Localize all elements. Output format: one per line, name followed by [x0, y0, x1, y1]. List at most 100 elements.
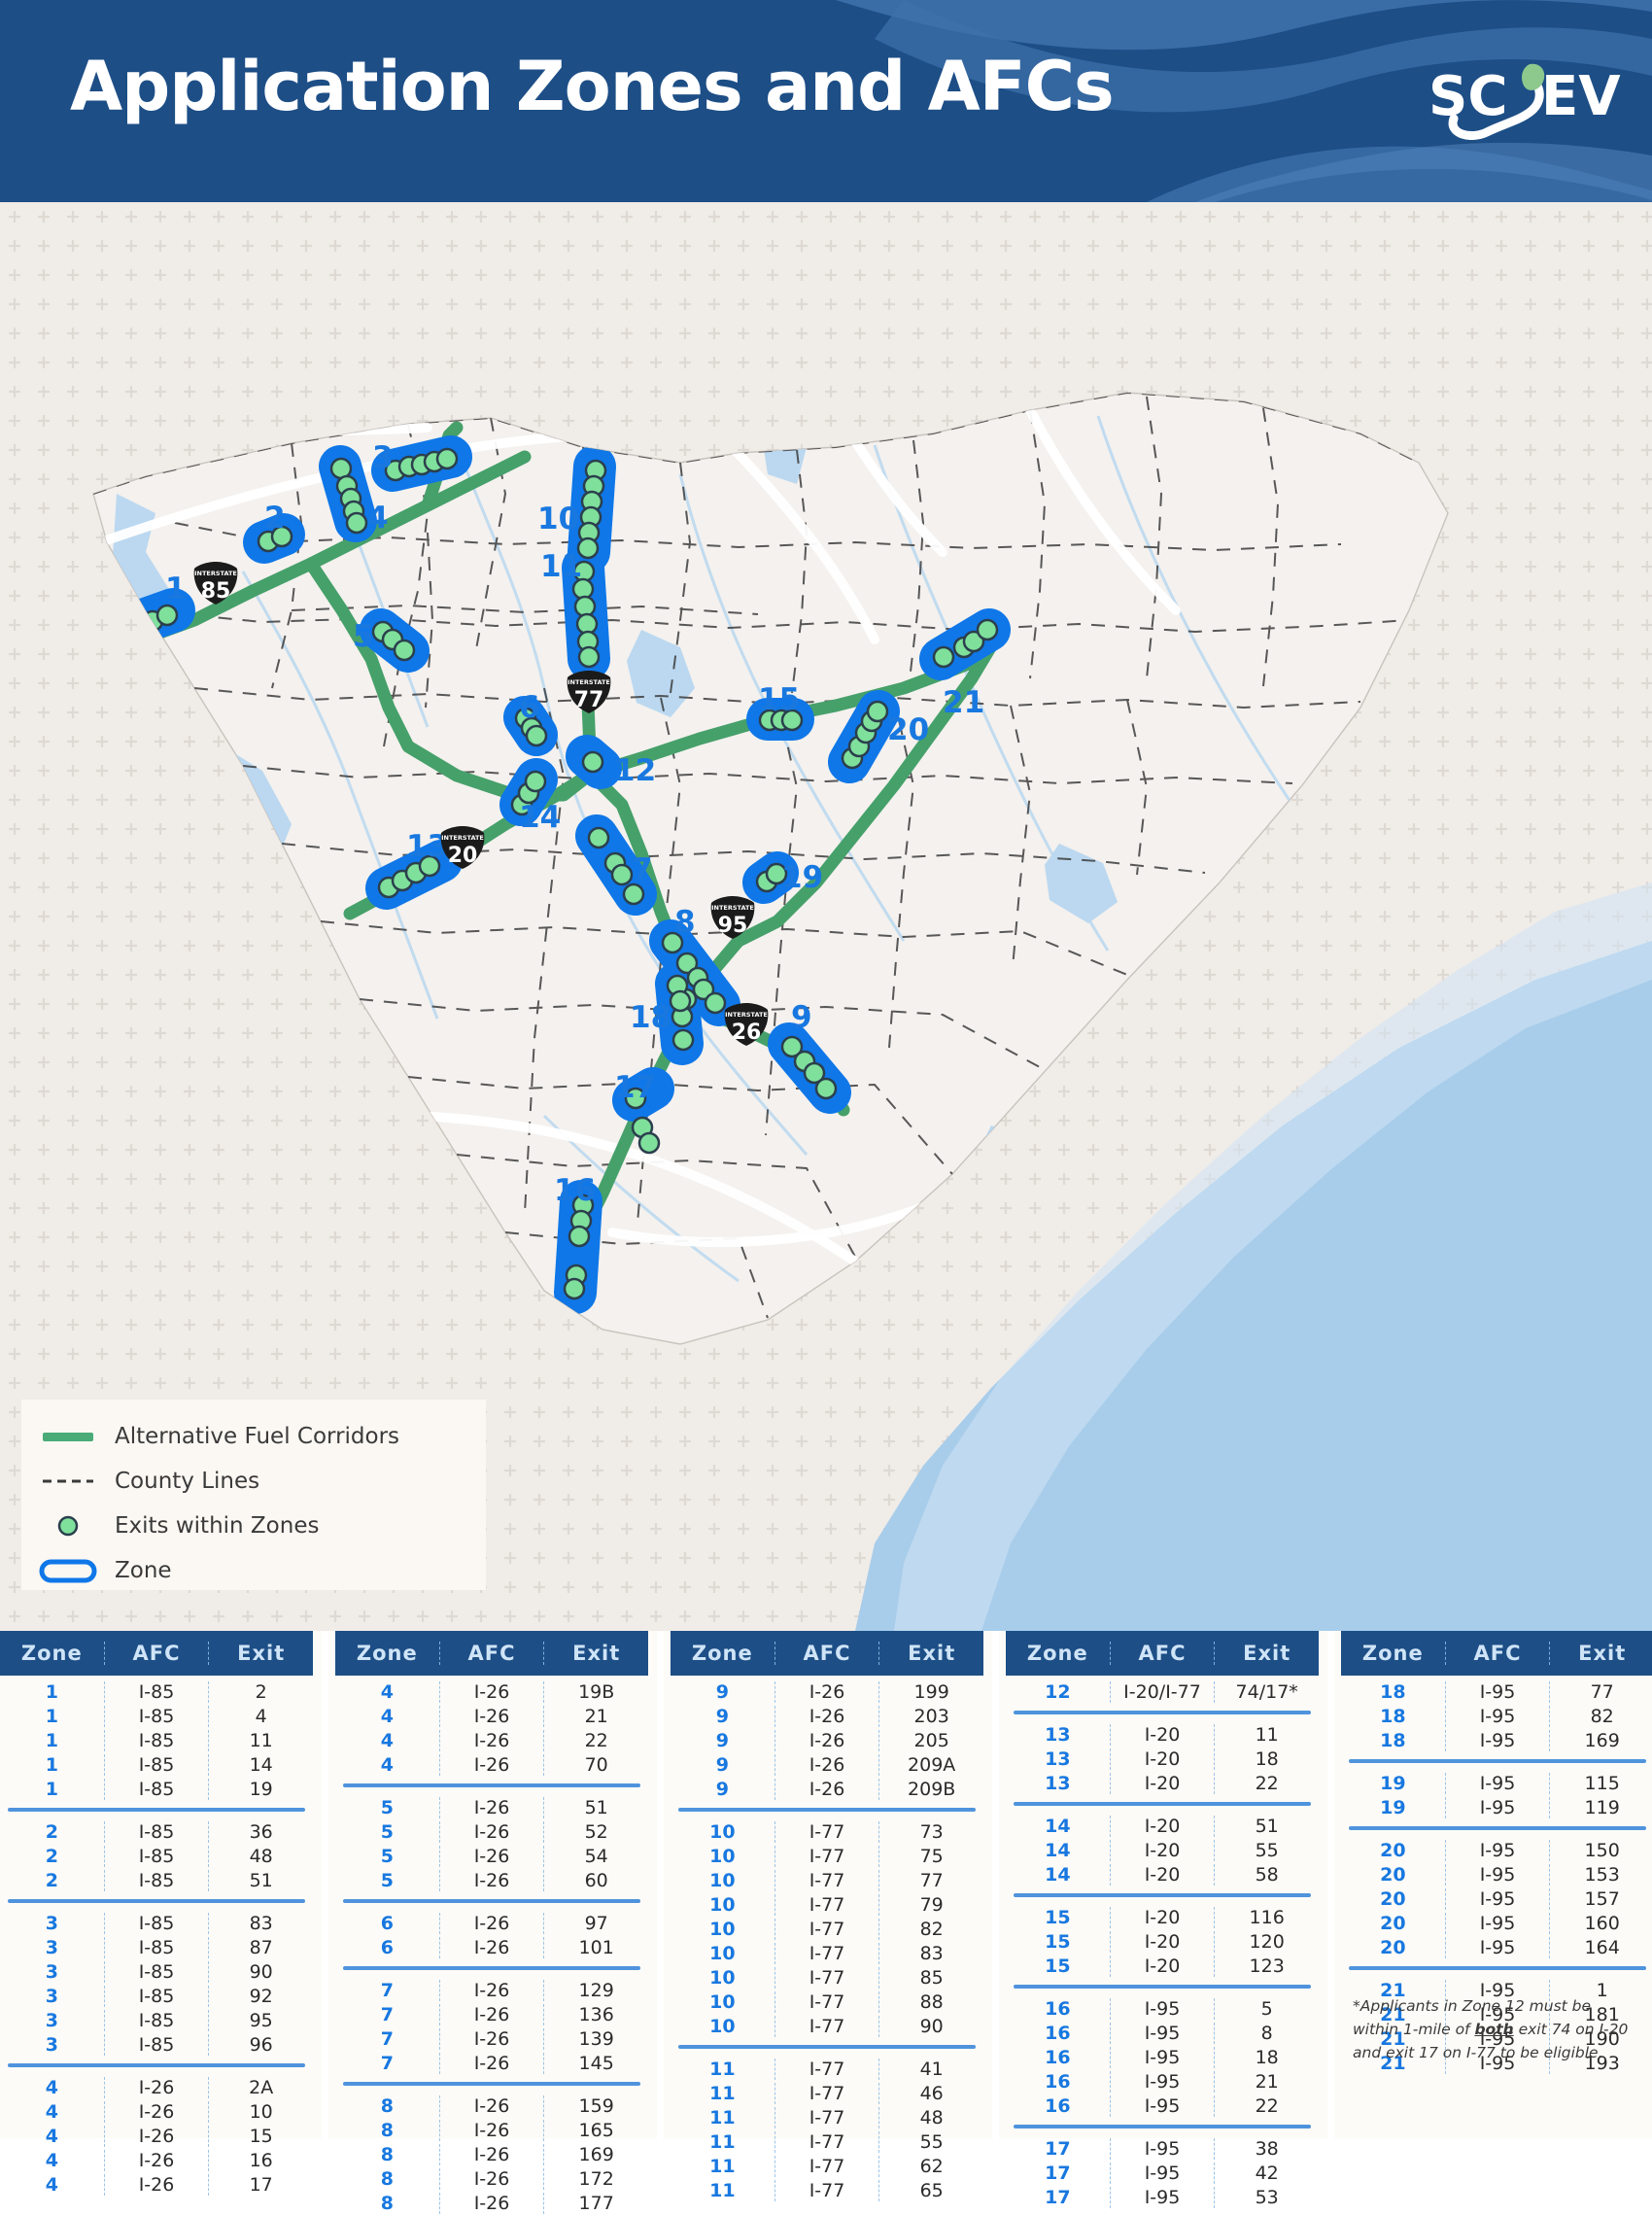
cell-exit: 21: [1255, 2070, 1279, 2093]
table-header-zone: Zone: [356, 1642, 418, 1665]
svg-text:85: 85: [201, 579, 231, 604]
zone-group-separator: [1014, 1802, 1311, 1806]
cell-afc: I-85: [103, 1753, 210, 1776]
legend-label-exits: Exits within Zones: [115, 1513, 320, 1539]
cell-afc: I-77: [774, 1918, 880, 1940]
cell-exit: 19B: [578, 1680, 615, 1703]
cell-zone: 19: [1380, 1772, 1406, 1794]
cell-zone: 16: [1045, 2070, 1071, 2093]
cell-afc: I-85: [103, 1960, 210, 1983]
table-header-afc: AFC: [774, 1642, 879, 1665]
table-row: 20 I-95 164: [1341, 1935, 1652, 1959]
cell-exit: 95: [249, 2009, 273, 2031]
cell-afc: I-85: [103, 1869, 210, 1891]
cell-zone: 5: [380, 1845, 394, 1867]
cell-exit: 18: [1255, 1748, 1279, 1770]
zone-label-12: 12: [614, 753, 657, 788]
cell-afc: I-26: [103, 2125, 210, 2147]
table-header-row: Zone AFC Exit: [1341, 1631, 1652, 1676]
table-row: 1 I-85 2: [0, 1679, 313, 1704]
cell-zone: 2: [45, 1869, 58, 1891]
zone-group-separator: [343, 2082, 640, 2086]
cell-zone: 14: [1045, 1839, 1071, 1861]
table-row: 4 I-26 22: [335, 1728, 648, 1752]
cell-exit: 77: [919, 1869, 944, 1891]
table-row: 17 I-95 42: [1006, 2161, 1319, 2185]
cell-exit: 2A: [249, 2076, 274, 2098]
cell-zone: 17: [1045, 2162, 1071, 2184]
cell-afc: I-26: [438, 2027, 545, 2050]
table-row: 4 I-26 10: [0, 2099, 313, 2124]
zone-group-separator: [1014, 1711, 1311, 1714]
cell-afc: I-26: [774, 1729, 880, 1751]
cell-afc: I-95: [1109, 2186, 1216, 2208]
cell-zone: 8: [380, 2143, 394, 2165]
cell-exit: 8: [1260, 2022, 1273, 2044]
column-divider-3: [992, 1631, 999, 2138]
map-canvas[interactable]: 1 2 3 4 5 6 7 8 9 10 11 12 13 14 15 16 1…: [0, 202, 1652, 1631]
table-row: 6 I-26 101: [335, 1935, 648, 1959]
poster-page: Application Zones and AFCs SC EV 1 2 3 4…: [0, 0, 1652, 2214]
table-header-afc: AFC: [103, 1642, 209, 1665]
table-body: 4 I-26 19B 4 I-26 21 4 I-26 22 4 I-26 70 5 I-26 51 5 I-2…: [335, 1676, 648, 2215]
table-header-afc: AFC: [438, 1642, 544, 1665]
cell-exit: 4: [255, 1705, 267, 1727]
cell-exit: 165: [578, 2119, 614, 2141]
cell-exit: 177: [578, 2192, 614, 2214]
table-row: 2 I-85 51: [0, 1868, 313, 1892]
table-row: 8 I-26 169: [335, 2142, 648, 2166]
cell-zone: 1: [45, 1729, 58, 1751]
table-row: 3 I-85 95: [0, 2008, 313, 2032]
cell-exit: 48: [919, 2106, 944, 2128]
zone-label-9: 9: [791, 1000, 812, 1035]
cell-exit: 115: [1584, 1772, 1620, 1794]
table-row: 17 I-95 38: [1006, 2136, 1319, 2161]
zone-group-separator: [8, 1899, 305, 1903]
zone-group-separator: [1014, 1985, 1311, 1989]
cell-afc: I-85: [103, 1820, 210, 1843]
cell-afc: I-77: [774, 2155, 880, 2177]
cell-exit: 119: [1584, 1796, 1620, 1818]
cell-zone: 16: [1045, 1997, 1071, 2020]
zone-group-separator: [1349, 1826, 1646, 1830]
table-row: 2 I-85 48: [0, 1844, 313, 1868]
cell-afc: I-85: [103, 1729, 210, 1751]
table-column-4: Zone AFC Exit 12 I-20/I-77 74/17* 13 I-20 11 13 I-…: [1006, 1631, 1319, 2209]
cell-zone: 1: [45, 1778, 58, 1800]
cell-zone: 20: [1380, 1912, 1406, 1934]
legend-item-zone: Zone: [21, 1549, 172, 1592]
cell-afc: I-77: [774, 1845, 880, 1867]
cell-afc: I-85: [103, 1936, 210, 1958]
table-row: 2 I-85 36: [0, 1819, 313, 1844]
cell-zone: 20: [1380, 1936, 1406, 1958]
cell-afc: I-26: [103, 2149, 210, 2171]
table-row: 4 I-26 15: [0, 2124, 313, 2148]
zone-label-1: 1: [165, 571, 187, 606]
cell-afc: I-77: [774, 1942, 880, 1964]
zone-group-separator: [8, 2063, 305, 2067]
cell-exit: 21: [584, 1705, 608, 1727]
cell-zone: 4: [380, 1705, 394, 1727]
cell-exit: 120: [1249, 1930, 1285, 1953]
svg-text:20: 20: [448, 844, 478, 868]
cell-zone: 3: [45, 2009, 58, 2031]
cell-exit: 2: [255, 1680, 267, 1703]
cell-zone: 17: [1045, 2186, 1071, 2208]
cell-afc: I-77: [774, 2179, 880, 2201]
cell-afc: I-85: [103, 1845, 210, 1867]
table-header-zone: Zone: [691, 1642, 753, 1665]
cell-exit: 157: [1584, 1887, 1620, 1910]
cell-afc: I-77: [774, 2130, 880, 2153]
cell-exit: 145: [578, 2052, 614, 2074]
zone-label-4: 4: [367, 501, 389, 536]
table-row: 11 I-77 46: [671, 2081, 983, 2105]
cell-exit: 54: [584, 1845, 608, 1867]
cell-exit: 16: [249, 2149, 273, 2171]
table-row: 3 I-85 87: [0, 1935, 313, 1959]
cell-zone: 6: [380, 1912, 394, 1934]
cell-afc: I-77: [774, 2015, 880, 2037]
cell-exit: 41: [919, 2058, 944, 2080]
cell-zone: 16: [1045, 2022, 1071, 2044]
cell-afc: I-95: [1444, 1680, 1551, 1703]
cell-afc: I-77: [774, 2058, 880, 2080]
